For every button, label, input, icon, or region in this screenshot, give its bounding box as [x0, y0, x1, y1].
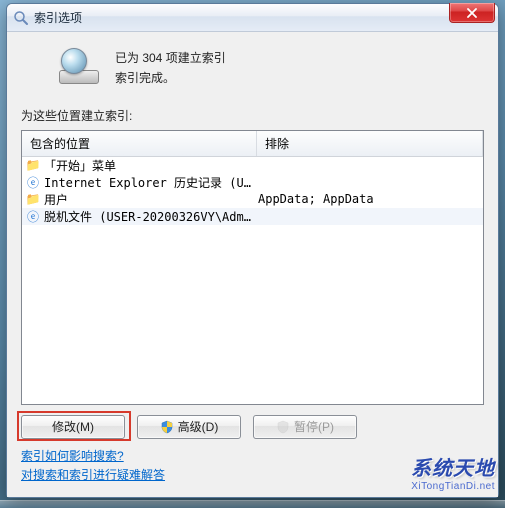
list-item-label: 「开始」菜单 [44, 157, 258, 174]
status-text: 已为 304 项建立索引 索引完成。 [115, 46, 226, 89]
list-item[interactable]: 📁 「开始」菜单 [22, 157, 483, 174]
list-item[interactable]: 📁 用户 AppData; AppData [22, 191, 483, 208]
locations-listview[interactable]: 包含的位置 排除 📁 「开始」菜单 ⓔ Internet Explorer 历史… [21, 130, 484, 405]
modify-button[interactable]: 修改(M) [21, 415, 125, 439]
column-included[interactable]: 包含的位置 [22, 131, 257, 156]
indexing-options-window: 索引选项 已为 304 项建立索引 索引完成。 为这些位置建立索引: 包含的位置… [6, 3, 499, 498]
status-line-2: 索引完成。 [115, 68, 226, 88]
folder-icon: 📁 [25, 157, 41, 173]
link-troubleshoot[interactable]: 对搜索和索引进行疑难解答 [21, 468, 165, 482]
button-row: 修改(M) 高级(D) 暂停(P) [21, 415, 484, 439]
button-label: 暂停(P) [294, 418, 334, 435]
shield-icon [276, 420, 290, 434]
watermark-url: XiTongTianDi.net [411, 481, 495, 492]
watermark: 系统天地 XiTongTianDi.net [411, 452, 495, 492]
list-item[interactable]: ⓔ Internet Explorer 历史记录 (USE... [22, 174, 483, 191]
listview-body[interactable]: 📁 「开始」菜单 ⓔ Internet Explorer 历史记录 (USE..… [22, 157, 483, 404]
list-item[interactable]: ⓔ 脱机文件 (USER-20200326VY\Admin... [22, 208, 483, 225]
watermark-title: 系统天地 [411, 452, 495, 481]
search-icon [13, 10, 29, 26]
close-button[interactable] [449, 3, 495, 23]
folder-icon: 📁 [25, 191, 41, 207]
shield-icon [160, 420, 174, 434]
index-drive-icon [57, 46, 101, 86]
locations-label: 为这些位置建立索引: [21, 107, 484, 124]
pause-button: 暂停(P) [253, 415, 357, 439]
button-label: 高级(D) [178, 418, 219, 435]
list-item-label: 用户 [44, 191, 258, 208]
status-row: 已为 304 项建立索引 索引完成。 [57, 46, 484, 89]
window-title: 索引选项 [34, 9, 82, 26]
titlebar[interactable]: 索引选项 [7, 4, 498, 32]
button-label: 修改(M) [52, 418, 94, 435]
ie-icon: ⓔ [25, 208, 41, 224]
ie-icon: ⓔ [25, 174, 41, 190]
advanced-button[interactable]: 高级(D) [137, 415, 241, 439]
client-area: 已为 304 项建立索引 索引完成。 为这些位置建立索引: 包含的位置 排除 📁… [7, 32, 498, 497]
link-how-affects-search[interactable]: 索引如何影响搜索? [21, 449, 124, 463]
column-exclude[interactable]: 排除 [257, 131, 483, 156]
status-line-1: 已为 304 项建立索引 [115, 48, 226, 68]
list-item-label: 脱机文件 (USER-20200326VY\Admin... [44, 208, 258, 225]
list-item-exclude: AppData; AppData [258, 192, 483, 206]
list-item-label: Internet Explorer 历史记录 (USE... [44, 174, 258, 191]
taskbar [0, 500, 505, 508]
listview-header[interactable]: 包含的位置 排除 [22, 131, 483, 157]
